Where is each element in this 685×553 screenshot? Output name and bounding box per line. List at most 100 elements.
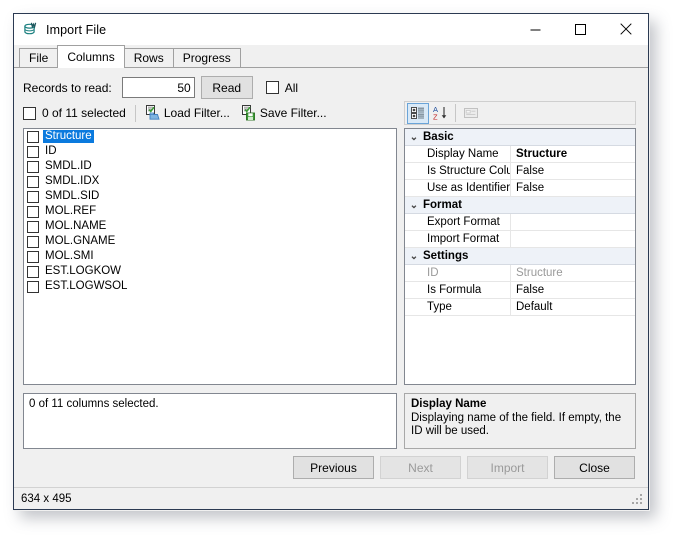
list-item-checkbox[interactable]	[27, 161, 39, 173]
previous-button[interactable]: Previous	[293, 456, 374, 479]
property-value[interactable]: Structure	[511, 146, 635, 163]
property-name: Display Name	[405, 146, 511, 163]
database-w-icon	[23, 22, 39, 38]
list-item-checkbox[interactable]	[27, 221, 39, 233]
property-value[interactable]	[511, 214, 635, 231]
save-filter-icon	[241, 105, 257, 121]
property-row-display-name[interactable]: Display Name Structure	[405, 146, 635, 163]
list-item[interactable]: SMDL.SID	[24, 189, 396, 204]
list-item[interactable]: SMDL.IDX	[24, 174, 396, 189]
list-item-checkbox[interactable]	[27, 131, 39, 143]
list-item-label: SMDL.SID	[43, 190, 101, 203]
property-value[interactable]: False	[511, 180, 635, 197]
property-row-export-format[interactable]: Export Format	[405, 214, 635, 231]
records-to-read-input[interactable]	[122, 77, 195, 98]
minimize-icon[interactable]	[513, 14, 558, 44]
property-toolbar-separator	[455, 104, 456, 122]
read-button[interactable]: Read	[201, 76, 253, 99]
list-item-checkbox[interactable]	[27, 251, 39, 263]
svg-text:Z: Z	[433, 113, 438, 122]
property-value: Structure	[511, 265, 635, 282]
chevron-down-icon[interactable]: ⌄	[405, 251, 423, 262]
property-value[interactable]: Default	[511, 299, 635, 316]
load-filter-button[interactable]: Load Filter...	[145, 105, 230, 121]
tab-bar: File Columns Rows Progress	[14, 45, 648, 68]
all-checkbox-wrap[interactable]: All	[266, 81, 298, 95]
list-item[interactable]: EST.LOGKOW	[24, 264, 396, 279]
list-item-checkbox[interactable]	[27, 146, 39, 158]
filter-toolbar: 0 of 11 selected Load Filter...	[23, 103, 338, 123]
list-item[interactable]: Structure	[24, 129, 396, 144]
tab-progress[interactable]: Progress	[173, 48, 241, 68]
property-category-label: Format	[423, 199, 462, 211]
list-item-label: MOL.NAME	[43, 220, 108, 233]
property-name: Type	[405, 299, 511, 316]
status-bar: 634 x 495	[14, 487, 648, 509]
property-grid[interactable]: ⌄ Basic Display Name Structure Is Struct…	[404, 128, 636, 385]
records-toolbar: Records to read: Read All	[23, 76, 298, 99]
records-to-read-label: Records to read:	[23, 81, 112, 95]
list-item-label: MOL.SMI	[43, 250, 96, 263]
import-file-window: Import File File Columns Rows Progress	[13, 13, 649, 510]
list-item-label: EST.LOGKOW	[43, 265, 123, 278]
close-button[interactable]: Close	[554, 456, 635, 479]
property-value[interactable]	[511, 231, 635, 248]
list-item-checkbox[interactable]	[27, 176, 39, 188]
list-item[interactable]: EST.LOGWSOL	[24, 279, 396, 294]
tab-columns[interactable]: Columns	[57, 45, 124, 68]
property-grid-toolbar: A Z	[404, 101, 636, 125]
list-item-label: SMDL.IDX	[43, 175, 101, 188]
all-checkbox[interactable]	[266, 81, 279, 94]
property-name: ID	[405, 265, 511, 282]
select-all-columns-checkbox[interactable]	[23, 107, 36, 120]
property-row-type[interactable]: Type Default	[405, 299, 635, 316]
property-category-settings[interactable]: ⌄ Settings	[405, 248, 635, 265]
list-item-label: EST.LOGWSOL	[43, 280, 129, 293]
property-row-use-as-identifier[interactable]: Use as Identifier False	[405, 180, 635, 197]
list-item[interactable]: MOL.GNAME	[24, 234, 396, 249]
chevron-down-icon[interactable]: ⌄	[405, 132, 423, 143]
tab-rows[interactable]: Rows	[124, 48, 174, 68]
property-category-label: Basic	[423, 131, 454, 143]
list-item[interactable]: MOL.SMI	[24, 249, 396, 264]
property-row-is-structure-column[interactable]: Is Structure Colum False	[405, 163, 635, 180]
list-item-checkbox[interactable]	[27, 236, 39, 248]
list-item-checkbox[interactable]	[27, 206, 39, 218]
chevron-down-icon[interactable]: ⌄	[405, 200, 423, 211]
property-value[interactable]: False	[511, 163, 635, 180]
next-button: Next	[380, 456, 461, 479]
tab-file[interactable]: File	[19, 48, 58, 68]
list-item-checkbox[interactable]	[27, 191, 39, 203]
list-item-label: MOL.GNAME	[43, 235, 117, 248]
columns-list[interactable]: Structure ID SMDL.ID SMDL.IDX SMDL.SID M…	[23, 128, 397, 385]
list-item[interactable]: SMDL.ID	[24, 159, 396, 174]
list-item[interactable]: MOL.NAME	[24, 219, 396, 234]
sort-alphabetical-icon[interactable]: A Z	[429, 103, 451, 124]
columns-selection-status: 0 of 11 columns selected.	[23, 393, 397, 449]
property-row-is-formula[interactable]: Is Formula False	[405, 282, 635, 299]
save-filter-label: Save Filter...	[260, 106, 327, 120]
property-value[interactable]: False	[511, 282, 635, 299]
property-category-basic[interactable]: ⌄ Basic	[405, 129, 635, 146]
all-label: All	[285, 81, 298, 95]
load-filter-label: Load Filter...	[164, 106, 230, 120]
close-icon[interactable]	[603, 14, 648, 44]
property-help-panel: Display Name Displaying name of the fiel…	[404, 393, 636, 449]
property-row-import-format[interactable]: Import Format	[405, 231, 635, 248]
list-item-label: MOL.REF	[43, 205, 98, 218]
categorized-view-icon[interactable]	[407, 103, 429, 124]
property-category-format[interactable]: ⌄ Format	[405, 197, 635, 214]
property-name: Import Format	[405, 231, 511, 248]
maximize-icon[interactable]	[558, 14, 603, 44]
property-pages-icon	[460, 103, 482, 124]
resize-grip[interactable]	[632, 494, 644, 506]
property-help-title: Display Name	[411, 398, 629, 410]
save-filter-button[interactable]: Save Filter...	[241, 105, 327, 121]
list-item-checkbox[interactable]	[27, 281, 39, 293]
load-filter-icon	[145, 105, 161, 121]
property-name: Is Structure Colum	[405, 163, 511, 180]
list-item[interactable]: ID	[24, 144, 396, 159]
list-item[interactable]: MOL.REF	[24, 204, 396, 219]
list-item-checkbox[interactable]	[27, 266, 39, 278]
list-item-label: Structure	[43, 130, 94, 143]
